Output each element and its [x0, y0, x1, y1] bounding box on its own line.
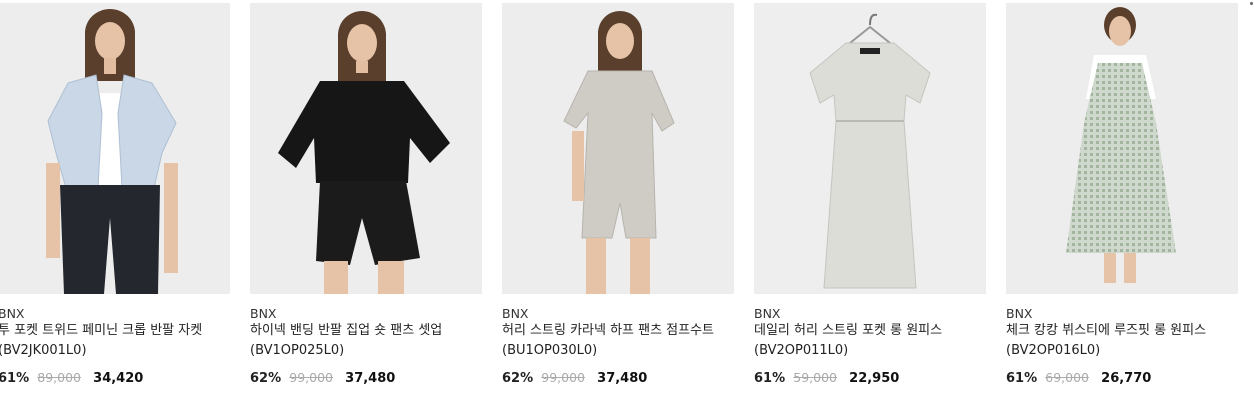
product-prices: 61% 59,000 22,950 — [754, 370, 899, 386]
product-card[interactable]: BNX 체크 캉캉 뷔스티에 루즈핏 롱 원피스 (BV2OP016L0) 61… — [1006, 0, 1238, 415]
product-image[interactable] — [502, 3, 734, 294]
discount-rate: 61% — [754, 371, 786, 386]
product-prices: 62% 99,000 37,480 — [250, 370, 395, 386]
product-card[interactable]: BNX 투 포켓 트위드 페미닌 크롭 반팔 자켓 (BV2JK001L0) 6… — [0, 0, 230, 415]
discount-rate: 61% — [0, 371, 30, 386]
product-brand: BNX — [1006, 306, 1033, 321]
product-card[interactable]: BNX 데일리 허리 스트링 포켓 롱 원피스 (BV2OP011L0) 61%… — [754, 0, 986, 415]
product-brand: BNX — [754, 306, 781, 321]
sale-price: 26,770 — [1101, 371, 1152, 386]
product-name[interactable]: 허리 스트링 카라넥 하프 팬츠 점프수트 (BU1OP030L0) — [502, 321, 720, 361]
discount-rate: 62% — [250, 371, 282, 386]
product-card[interactable]: BNX 허리 스트링 카라넥 하프 팬츠 점프수트 (BU1OP030L0) 6… — [502, 0, 734, 415]
product-prices: 62% 99,000 37,480 — [502, 370, 647, 386]
product-brand: BNX — [502, 306, 529, 321]
product-brand: BNX — [0, 306, 25, 321]
product-image[interactable] — [250, 3, 482, 294]
sale-price: 22,950 — [849, 371, 900, 386]
discount-rate: 62% — [502, 371, 534, 386]
product-card[interactable]: BNX 하이넥 밴딩 반팔 집업 숏 팬츠 셋업 (BV1OP025L0) 62… — [250, 0, 482, 415]
product-name[interactable]: 투 포켓 트위드 페미닌 크롭 반팔 자켓 (BV2JK001L0) — [0, 321, 216, 361]
product-image[interactable] — [754, 3, 986, 294]
product-image[interactable] — [1006, 3, 1238, 294]
original-price: 99,000 — [289, 370, 334, 385]
original-price: 99,000 — [541, 370, 586, 385]
original-price: 59,000 — [793, 370, 838, 385]
product-grid: BNX 투 포켓 트위드 페미닌 크롭 반팔 자켓 (BV2JK001L0) 6… — [0, 0, 1254, 415]
sale-price: 37,480 — [345, 371, 396, 386]
product-image[interactable] — [0, 3, 230, 294]
product-brand: BNX — [250, 306, 277, 321]
discount-rate: 61% — [1006, 371, 1038, 386]
original-price: 89,000 — [37, 370, 82, 385]
sale-price: 34,420 — [93, 371, 144, 386]
product-prices: 61% 69,000 26,770 — [1006, 370, 1151, 386]
edge-dot — [1250, 2, 1253, 5]
sale-price: 37,480 — [597, 371, 648, 386]
product-name[interactable]: 하이넥 밴딩 반팔 집업 숏 팬츠 셋업 (BV1OP025L0) — [250, 321, 468, 361]
product-name[interactable]: 체크 캉캉 뷔스티에 루즈핏 롱 원피스 (BV2OP016L0) — [1006, 321, 1224, 361]
product-prices: 61% 89,000 34,420 — [0, 370, 143, 386]
product-name[interactable]: 데일리 허리 스트링 포켓 롱 원피스 (BV2OP011L0) — [754, 321, 972, 361]
original-price: 69,000 — [1045, 370, 1090, 385]
